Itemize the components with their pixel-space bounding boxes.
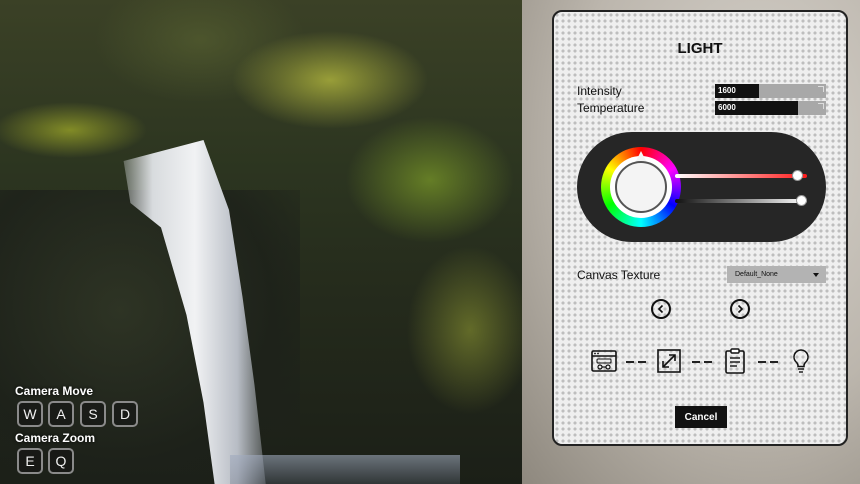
- step-connector: [704, 361, 712, 363]
- expand-corner-icon: [818, 103, 824, 109]
- painting-pool: [230, 455, 460, 484]
- camera-move-label: Camera Move: [15, 384, 94, 398]
- previous-button[interactable]: [651, 299, 671, 319]
- color-picker: [577, 132, 826, 242]
- step-connector: [770, 361, 778, 363]
- canvas-texture-dropdown[interactable]: Default_None: [727, 266, 826, 283]
- saturation-slider[interactable]: [675, 170, 807, 181]
- lightbulb-icon[interactable]: [787, 347, 815, 375]
- intensity-value: 1600: [718, 86, 736, 95]
- key-q: Q: [48, 448, 74, 474]
- camera-zoom-label: Camera Zoom: [15, 431, 96, 445]
- key-s: S: [80, 401, 106, 427]
- intensity-field[interactable]: 1600: [715, 84, 826, 98]
- saturation-thumb[interactable]: [792, 170, 804, 181]
- painting-viewport[interactable]: [0, 0, 522, 484]
- light-panel: LIGHT Intensity 1600 Temperature 6000 Ca…: [552, 10, 848, 446]
- url-icon[interactable]: [590, 347, 618, 375]
- key-e: E: [17, 448, 43, 474]
- chevron-left-icon: [657, 304, 664, 314]
- hue-knob[interactable]: [615, 161, 667, 213]
- expand-corner-icon: [818, 86, 824, 92]
- key-w: W: [17, 401, 43, 427]
- key-d: D: [112, 401, 138, 427]
- key-a: A: [48, 401, 74, 427]
- clipboard-icon[interactable]: [721, 347, 749, 375]
- canvas-texture-label: Canvas Texture: [577, 268, 661, 282]
- step-connector: [758, 361, 766, 363]
- canvas-texture-value: Default_None: [735, 271, 778, 278]
- brightness-thumb[interactable]: [796, 195, 807, 206]
- temperature-value: 6000: [718, 103, 736, 112]
- cancel-button[interactable]: Cancel: [675, 406, 727, 428]
- temperature-field[interactable]: 6000: [715, 101, 826, 115]
- chevron-right-icon: [737, 304, 744, 314]
- hue-wheel[interactable]: [601, 147, 681, 227]
- brightness-slider[interactable]: [675, 195, 807, 206]
- next-button[interactable]: [730, 299, 750, 319]
- panel-title: LIGHT: [677, 40, 723, 57]
- step-connector: [638, 361, 646, 363]
- resize-icon[interactable]: [655, 347, 683, 375]
- intensity-label: Intensity: [577, 84, 622, 98]
- temperature-label: Temperature: [577, 101, 645, 115]
- step-connector: [692, 361, 700, 363]
- chevron-down-icon: [813, 273, 819, 277]
- step-connector: [626, 361, 634, 363]
